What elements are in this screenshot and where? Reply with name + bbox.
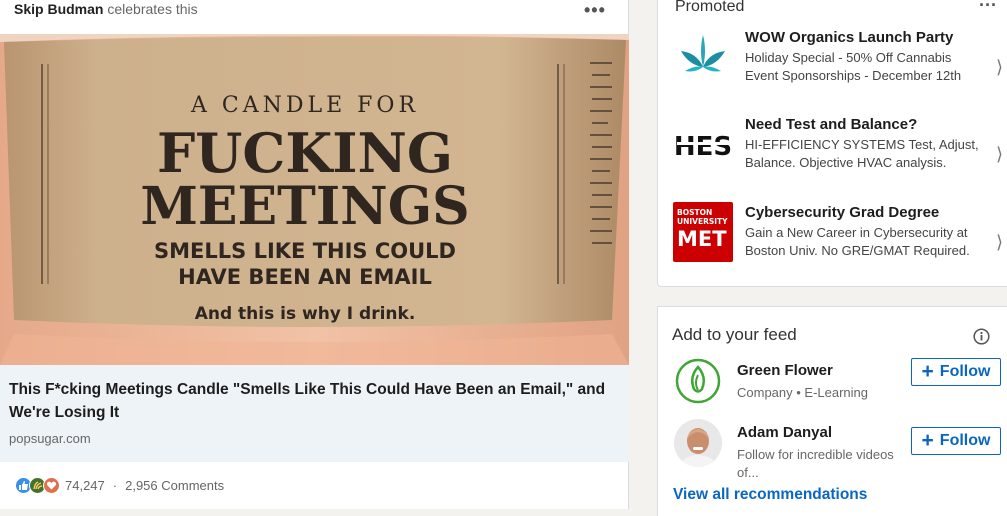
plus-icon: + — [921, 428, 934, 452]
ad-description: Holiday Special - 50% Off Cannabis Event… — [745, 50, 962, 83]
reactions-count[interactable]: 74,247 — [65, 478, 105, 493]
ad-title[interactable]: WOW Organics Launch Party — [745, 29, 953, 46]
candle-line-3: MEETINGS — [140, 176, 469, 237]
love-icon — [43, 476, 60, 494]
bu-logo-line-3: MET — [677, 227, 727, 251]
ad-description: HI-EFFICIENCY SYSTEMS Test, Adjust, Bala… — [745, 137, 979, 170]
info-icon[interactable] — [973, 328, 990, 345]
candle-line-1: A CANDLE FOR — [190, 93, 419, 118]
separator-dot: · — [112, 477, 118, 493]
ad-description: Gain a New Career in Cybersecurity at Bo… — [745, 225, 970, 258]
chevron-right-icon[interactable]: ⟩ — [996, 57, 1003, 78]
chevron-right-icon[interactable]: ⟩ — [996, 232, 1003, 253]
rec-name[interactable]: Adam Danyal — [737, 424, 832, 441]
article-link[interactable]: This F*cking Meetings Candle "Smells Lik… — [0, 365, 629, 462]
actor-name[interactable]: Skip Budman — [14, 1, 103, 17]
rec-name[interactable]: Green Flower — [737, 362, 833, 379]
candle-line-6: And this is why I drink. — [195, 304, 416, 324]
social-counts: 74,247 · 2,956 Comments — [15, 476, 224, 494]
bu-met-logo: BOSTON UNIVERSITY MET — [673, 202, 733, 262]
comments-count[interactable]: 2,956 Comments — [125, 478, 224, 493]
rec-subtitle: Company • E-Learning — [737, 385, 869, 400]
rec-subtitle: Follow for incredible videos of... — [737, 447, 894, 480]
follow-button[interactable]: + Follow — [911, 358, 1001, 386]
overflow-dots-icon[interactable]: ••• — [584, 0, 606, 21]
ad-item[interactable]: BOSTON UNIVERSITY MET Cybersecurity Grad… — [673, 202, 1003, 282]
ad-item[interactable]: HES Need Test and Balance? HI-EFFICIENCY… — [673, 114, 1003, 194]
bu-logo-line-1: BOSTON — [677, 208, 712, 217]
post-image[interactable]: A CANDLE FOR FUCKING MEETINGS SMELLS LIK… — [0, 34, 629, 365]
overflow-dots-icon[interactable]: ··· — [979, 0, 997, 16]
follow-label: Follow — [939, 363, 991, 380]
promoted-panel: Promoted ··· WOW Organics Launch Party H… — [657, 0, 1007, 287]
avatar[interactable] — [674, 419, 722, 467]
recommendation-item: Adam Danyal Follow for incredible videos… — [674, 419, 1004, 480]
ad-title[interactable]: Cybersecurity Grad Degree — [745, 204, 939, 221]
add-to-feed-title: Add to your feed — [672, 325, 797, 344]
bu-logo-line-2: UNIVERSITY — [677, 217, 728, 226]
actor-action: celebrates this — [107, 1, 198, 17]
recommendation-item: Green Flower Company • E-Learning + Foll… — [674, 357, 1004, 415]
chevron-right-icon[interactable]: ⟩ — [996, 144, 1003, 165]
candle-line-5: HAVE BEEN AN EMAIL — [178, 265, 432, 289]
follow-label: Follow — [939, 432, 991, 449]
green-flower-logo[interactable] — [674, 357, 722, 405]
ad-item[interactable]: WOW Organics Launch Party Holiday Specia… — [673, 27, 1003, 107]
post-header: Skip Budman celebrates this — [14, 1, 198, 17]
view-all-recommendations-link[interactable]: View all recommendations — [673, 486, 867, 504]
article-source: popsugar.com — [9, 431, 91, 446]
follow-button[interactable]: + Follow — [911, 427, 1001, 455]
feed-post: Skip Budman celebrates this ••• A CANDLE… — [0, 0, 629, 509]
leaf-logo — [673, 27, 733, 87]
add-to-feed-panel: Add to your feed Green Flower Company • … — [657, 306, 1007, 516]
article-title[interactable]: This F*cking Meetings Candle "Smells Lik… — [9, 378, 619, 424]
candle-photo: A CANDLE FOR FUCKING MEETINGS SMELLS LIK… — [0, 34, 629, 365]
plus-icon: + — [921, 359, 934, 383]
ad-title[interactable]: Need Test and Balance? — [745, 116, 917, 133]
candle-line-4: SMELLS LIKE THIS COULD — [154, 239, 456, 263]
promoted-title: Promoted — [675, 0, 745, 15]
hes-logo-text: HES — [674, 132, 732, 162]
hes-logo: HES — [673, 114, 733, 174]
